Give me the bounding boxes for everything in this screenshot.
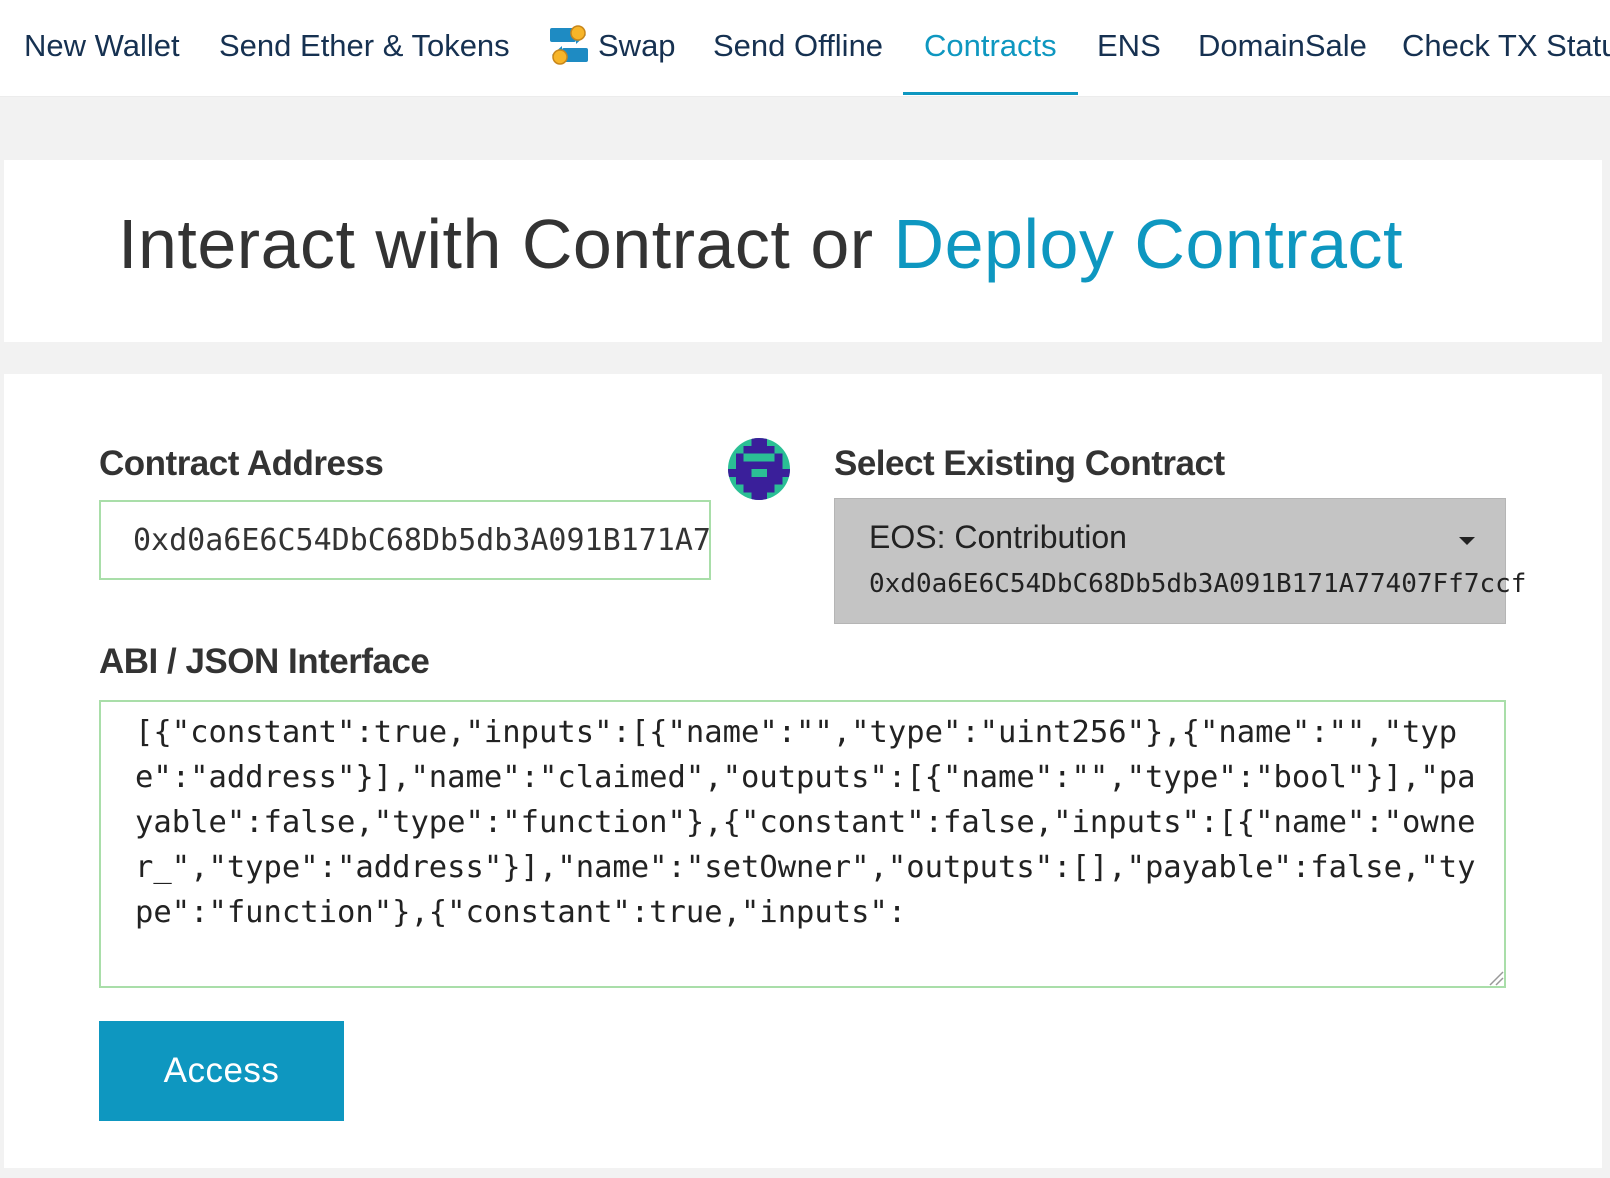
existing-contract-select[interactable]: EOS: Contribution 0xd0a6E6C54DbC68Db5db3… bbox=[834, 498, 1526, 624]
contract-form: Contract Address Select Existing Contrac… bbox=[4, 374, 1602, 1168]
abi-label: ABI / JSON Interface bbox=[99, 642, 430, 681]
swap-icon bbox=[550, 25, 588, 65]
nav-swap[interactable]: Swap bbox=[527, 0, 697, 92]
abi-json-textarea[interactable] bbox=[99, 700, 1506, 988]
nav-domainsale[interactable]: DomainSale bbox=[1177, 0, 1388, 92]
nav-new-wallet[interactable]: New Wallet bbox=[3, 0, 201, 92]
chevron-down-icon bbox=[1459, 537, 1475, 545]
top-nav: New Wallet Send Ether & Tokens Swap Send… bbox=[0, 0, 1610, 97]
title-interact: Interact with Contract bbox=[118, 205, 791, 283]
select-contract-label: Select Existing Contract bbox=[834, 444, 1225, 483]
resize-handle-icon[interactable] bbox=[1486, 968, 1504, 986]
nav-contracts[interactable]: Contracts bbox=[903, 0, 1078, 95]
identicon-avatar bbox=[728, 438, 790, 500]
nav-send-ether-tokens[interactable]: Send Ether & Tokens bbox=[198, 0, 531, 92]
nav-send-offline[interactable]: Send Offline bbox=[692, 0, 904, 92]
contract-address-input[interactable] bbox=[99, 500, 711, 580]
nav-swap-label: Swap bbox=[598, 28, 676, 63]
heading-card: Interact with Contract or Deploy Contrac… bbox=[4, 160, 1602, 342]
deploy-contract-link[interactable]: Deploy Contract bbox=[894, 205, 1403, 283]
access-button[interactable]: Access bbox=[99, 1021, 344, 1121]
nav-ens[interactable]: ENS bbox=[1076, 0, 1182, 92]
contract-address-label: Contract Address bbox=[99, 444, 384, 483]
title-or: or bbox=[810, 205, 874, 283]
selected-contract-name: EOS: Contribution bbox=[869, 519, 1127, 555]
nav-check-tx-status[interactable]: Check TX Statu bbox=[1381, 0, 1610, 92]
selected-contract-address: 0xd0a6E6C54DbC68Db5db3A091B171A77407Ff7c… bbox=[869, 569, 1527, 599]
page-title: Interact with Contract or Deploy Contrac… bbox=[118, 204, 1403, 284]
